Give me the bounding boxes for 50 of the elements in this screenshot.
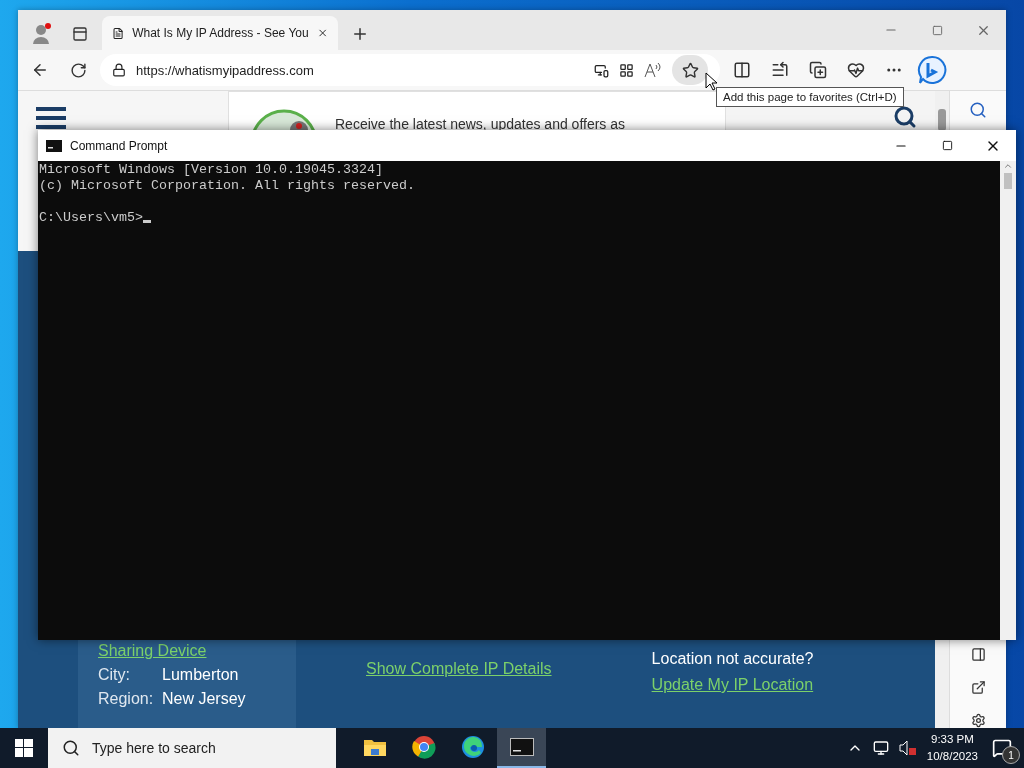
- lock-icon: [112, 63, 126, 77]
- edge-icon: [460, 735, 485, 759]
- address-bar[interactable]: https://whatismyipaddress.com: [100, 54, 720, 86]
- close-icon[interactable]: [316, 26, 328, 40]
- star-icon: [681, 61, 699, 79]
- field-label: Region:: [98, 690, 155, 708]
- window-title: Command Prompt: [70, 138, 168, 153]
- search-icon[interactable]: [969, 101, 987, 119]
- tab-title: What Is My IP Address - See You: [132, 26, 309, 40]
- location-question: Location not accurate?: [651, 650, 814, 668]
- taskbar-app[interactable]: [497, 728, 546, 768]
- console-icon: [46, 139, 62, 152]
- scrollbar[interactable]: [1000, 161, 1016, 640]
- muted-speaker-icon[interactable]: [898, 740, 917, 756]
- windows-icon: [15, 739, 33, 757]
- external-link-icon[interactable]: [970, 680, 986, 695]
- field-label: City:: [98, 666, 131, 684]
- field-value: Lumberton: [162, 666, 239, 684]
- browser-tab[interactable]: What Is My IP Address - See You: [102, 16, 338, 50]
- update-location-link[interactable]: Update My IP Location: [651, 676, 814, 694]
- devices-icon[interactable]: [594, 62, 609, 78]
- chrome-icon: [411, 735, 436, 759]
- search-field[interactable]: Type here to search: [48, 728, 336, 768]
- details-link[interactable]: Show Complete IP Details: [366, 660, 552, 678]
- panel-icon[interactable]: [970, 647, 986, 662]
- read-aloud-icon[interactable]: [644, 62, 662, 78]
- menu-icon[interactable]: [36, 107, 66, 131]
- page-icon: [112, 25, 125, 41]
- folder-icon: [362, 737, 387, 757]
- clock[interactable]: 9:33 PM 10/8/2023: [926, 731, 978, 765]
- text-cursor: [143, 220, 151, 223]
- console-line: Microsoft Windows [Version 10.0.19045.3324]: [39, 162, 383, 177]
- url-text: https://whatismyipaddress.com: [136, 62, 315, 78]
- search-icon: [62, 739, 80, 757]
- search-icon[interactable]: [893, 105, 917, 129]
- favorite-button[interactable]: [672, 55, 708, 85]
- banner-text: Receive the latest news, updates and offers as: [335, 116, 626, 132]
- console-line: (c) Microsoft Corporation. All rights reserved.: [39, 178, 415, 193]
- sharing-device-link[interactable]: Sharing Device: [98, 642, 276, 660]
- settings-icon[interactable]: [970, 713, 986, 728]
- scroll-thumb[interactable]: [938, 109, 946, 131]
- scroll-thumb[interactable]: [1004, 173, 1012, 189]
- command-prompt: C:\Users\vm5>: [39, 210, 143, 225]
- tooltip: Add this page to favorites (Ctrl+D): [716, 87, 904, 107]
- console-icon: [509, 738, 534, 756]
- field-value: New Jersey: [162, 690, 246, 708]
- network-icon[interactable]: [872, 740, 889, 756]
- notification-count: 1: [1002, 746, 1020, 764]
- chat-bubble-icon[interactable]: [916, 54, 948, 86]
- grid-icon[interactable]: [619, 62, 634, 78]
